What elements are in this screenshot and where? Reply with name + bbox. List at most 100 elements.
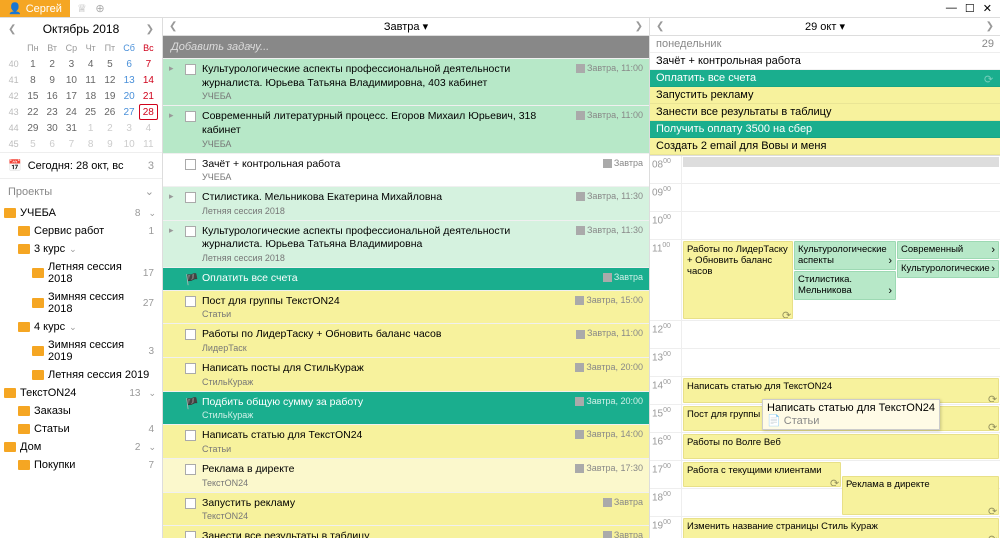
cal-day[interactable]: 9	[43, 72, 62, 88]
task-item[interactable]: Написать статью для ТекстON24СтатьиЗавтр…	[163, 425, 649, 458]
task-item[interactable]: Зачёт + контрольная работаУЧЕБАЗавтра	[163, 154, 649, 187]
task-checkbox[interactable]	[185, 226, 196, 237]
cal-day[interactable]: 27	[119, 104, 138, 120]
expand-icon[interactable]: ▸	[169, 110, 179, 121]
allday-event[interactable]: Занести все результаты в таблицу	[650, 104, 1000, 121]
cal-next[interactable]: ❯	[146, 24, 154, 35]
allday-event[interactable]: Запустить рекламу	[650, 87, 1000, 104]
task-item[interactable]: Занести все результаты в таблицуТекстON2…	[163, 526, 649, 538]
tree-item[interactable]: Заказы	[0, 402, 162, 420]
projects-header[interactable]: Проекты ⌄	[0, 179, 162, 204]
allday-event[interactable]: Оплатить все счета⟳	[650, 70, 1000, 87]
timeline-event[interactable]: Изменить название страницы Стиль Кураж⟳	[683, 518, 999, 538]
tree-item[interactable]: Зимняя сессия 201827	[0, 288, 162, 318]
cal-day[interactable]: 28	[139, 104, 158, 120]
minimize-button[interactable]: —	[946, 2, 957, 15]
task-item[interactable]: ▸Культурологические аспекты профессионал…	[163, 221, 649, 267]
task-item[interactable]: Работы по ЛидерТаску + Обновить баланс ч…	[163, 324, 649, 357]
cal-day[interactable]: 12	[100, 72, 119, 88]
task-checkbox[interactable]	[185, 111, 196, 122]
cal-day[interactable]: 18	[81, 88, 100, 104]
crown-icon[interactable]: ♕	[74, 1, 90, 17]
cal-day[interactable]: 9	[100, 136, 119, 152]
cal-day[interactable]: 13	[120, 72, 139, 88]
cal-day[interactable]: 8	[81, 136, 100, 152]
task-checkbox[interactable]	[185, 159, 196, 170]
cal-day[interactable]: 22	[23, 104, 42, 120]
timeline-event[interactable]: Стилистика. Мельникова›	[794, 271, 896, 300]
task-item[interactable]: 🏴Подбить общую сумму за работуСтильКураж…	[163, 392, 649, 425]
task-checkbox[interactable]	[185, 498, 196, 509]
tree-item[interactable]: 4 курс⌄	[0, 318, 162, 336]
task-checkbox[interactable]	[185, 192, 196, 203]
user-badge[interactable]: 👤 Сергей	[0, 0, 70, 17]
tree-item[interactable]: 3 курс⌄	[0, 240, 162, 258]
cal-day[interactable]: 5	[100, 56, 119, 72]
task-checkbox[interactable]	[185, 329, 196, 340]
cal-day[interactable]: 23	[42, 104, 61, 120]
calendar-grid[interactable]: ПнВтСрЧтПтСбВс40123456741891011121314421…	[0, 40, 162, 152]
timeline-event[interactable]: Культурологические›	[897, 260, 999, 278]
cal-day[interactable]: 2	[43, 56, 62, 72]
timeline-event[interactable]: Реклама в директе⟳	[842, 476, 999, 515]
expand-icon[interactable]: ▸	[169, 225, 179, 236]
task-item[interactable]: 🏴Оплатить все счетаЗавтра	[163, 268, 649, 290]
cal-day[interactable]: 4	[139, 120, 158, 136]
tree-item[interactable]: Летняя сессия 201817	[0, 258, 162, 288]
day-prev[interactable]: ❮	[656, 21, 664, 32]
cal-day[interactable]: 11	[81, 72, 100, 88]
tree-item[interactable]: Зимняя сессия 20193	[0, 336, 162, 366]
timeline-event[interactable]: Культурологические аспекты›	[794, 241, 896, 270]
cal-day[interactable]: 4	[81, 56, 100, 72]
cal-day[interactable]: 5	[23, 136, 42, 152]
cal-day[interactable]: 26	[100, 104, 119, 120]
tree-item[interactable]: Сервис работ1	[0, 222, 162, 240]
allday-event[interactable]: Зачёт + контрольная работа	[650, 53, 1000, 70]
cal-day[interactable]: 2	[100, 120, 119, 136]
globe-icon[interactable]: ⊕	[92, 1, 108, 17]
expand-icon[interactable]: ▸	[169, 63, 179, 74]
day-title[interactable]: 29 окт ▾	[805, 20, 845, 33]
center-next[interactable]: ❯	[635, 21, 643, 32]
cal-day[interactable]: 15	[23, 88, 42, 104]
task-item[interactable]: Пост для группы ТекстON24СтатьиЗавтра, 1…	[163, 291, 649, 324]
add-task-input[interactable]: Добавить задачу...	[163, 36, 649, 58]
cal-day[interactable]: 20	[120, 88, 139, 104]
allday-event[interactable]: Получить оплату 3500 на сбер	[650, 121, 1000, 138]
center-title[interactable]: Завтра ▾	[384, 20, 428, 33]
cal-day[interactable]: 6	[120, 56, 139, 72]
cal-day[interactable]: 1	[81, 120, 100, 136]
maximize-button[interactable]: ☐	[965, 2, 975, 15]
task-checkbox[interactable]	[185, 296, 196, 307]
cal-day[interactable]: 10	[62, 72, 81, 88]
cal-day[interactable]: 7	[62, 136, 81, 152]
cal-prev[interactable]: ❮	[8, 24, 16, 35]
task-checkbox[interactable]	[185, 363, 196, 374]
cal-day[interactable]: 16	[43, 88, 62, 104]
task-item[interactable]: Запустить рекламуТекстON24Завтра	[163, 493, 649, 526]
tree-item[interactable]: Летняя сессия 2019	[0, 366, 162, 384]
timeline-event[interactable]: Современный›	[897, 241, 999, 259]
timeline-event[interactable]: Работы по Волге Веб	[683, 434, 999, 459]
cal-day[interactable]: 3	[120, 120, 139, 136]
cal-day[interactable]: 31	[62, 120, 81, 136]
timeline-event[interactable]: Работа с текущими клиентами⟳	[683, 462, 841, 487]
task-item[interactable]: ▸Современный литературный процесс. Егоро…	[163, 106, 649, 152]
cal-day[interactable]: 24	[62, 104, 81, 120]
task-checkbox[interactable]	[185, 464, 196, 475]
cal-day[interactable]: 17	[62, 88, 81, 104]
timeline-event[interactable]: Работы по ЛидерТаску + Обновить баланс ч…	[683, 241, 793, 319]
task-checkbox[interactable]	[185, 531, 196, 538]
cal-day[interactable]: 29	[23, 120, 42, 136]
cal-day[interactable]: 30	[43, 120, 62, 136]
cal-day[interactable]: 6	[43, 136, 62, 152]
cal-day[interactable]: 25	[81, 104, 100, 120]
cal-day[interactable]: 21	[139, 88, 158, 104]
timeline[interactable]: 0800090010001100Работы по ЛидерТаску + О…	[650, 156, 1000, 538]
cal-day[interactable]: 1	[23, 56, 42, 72]
allday-event[interactable]: Создать 2 email для Вовы и меня	[650, 138, 1000, 155]
tree-item[interactable]: Покупки7	[0, 456, 162, 474]
task-item[interactable]: ▸Стилистика. Мельникова Екатерина Михайл…	[163, 187, 649, 220]
tree-item[interactable]: УЧЕБА8⌄	[0, 204, 162, 222]
cal-day[interactable]: 8	[23, 72, 42, 88]
